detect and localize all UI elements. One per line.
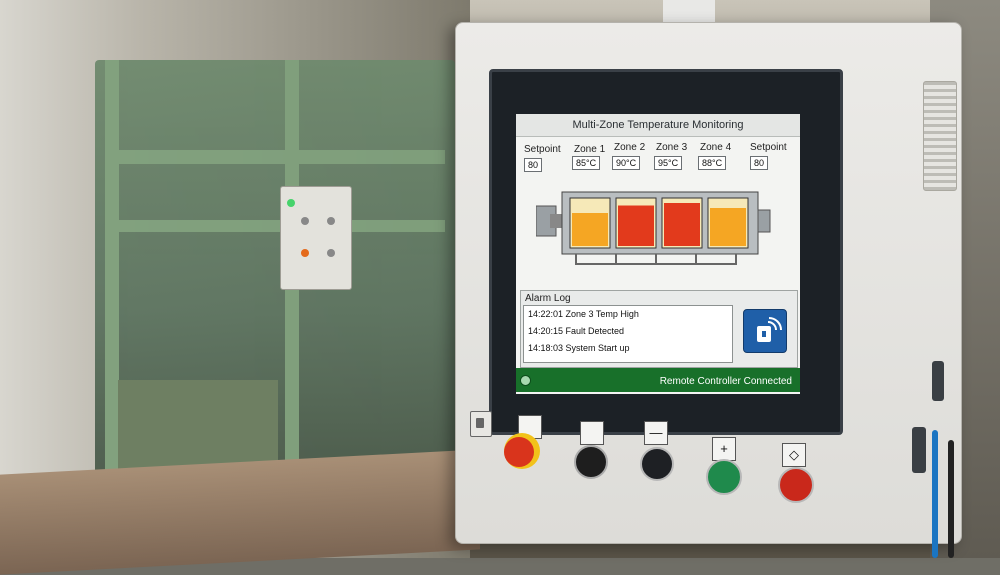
small-control-box — [280, 186, 352, 290]
hmi-title: Multi-Zone Temperature Monitoring — [516, 114, 800, 137]
zone-1-label: Zone 1 — [574, 144, 606, 155]
control-cabinet: Multi-Zone Temperature Monitoring Setpoi… — [455, 22, 962, 544]
outlet-block — [757, 209, 771, 233]
zone-4-value: 88°C — [698, 156, 727, 170]
setpoint-left-value[interactable]: 80 — [524, 158, 543, 172]
setpoint-right-label: Setpoint — [750, 142, 787, 153]
zone-fill-level — [664, 203, 700, 246]
zone-3-label: Zone 3 — [656, 142, 688, 153]
zone-fill-level — [710, 208, 746, 246]
zone-2-value: 90°C — [612, 156, 641, 170]
zone-4-label: Zone 4 — [700, 142, 732, 153]
blue-cable — [932, 430, 938, 558]
hmi-bezel: Multi-Zone Temperature Monitoring Setpoi… — [489, 69, 843, 435]
alarm-entry[interactable]: 14:20:15 Fault Detected — [528, 326, 624, 336]
zone-fill-level — [618, 205, 654, 246]
setpoint-left-label: Setpoint — [524, 144, 561, 155]
setpoint-right-value[interactable]: 80 — [750, 156, 769, 170]
side-toggle-switch[interactable] — [932, 361, 944, 401]
black-cable — [948, 440, 954, 558]
alarm-entry[interactable]: 14:18:03 System Start up — [528, 343, 630, 353]
vent-grille — [923, 81, 957, 191]
furnace-diagram — [536, 191, 771, 265]
status-text: Remote Controller Connected — [659, 376, 792, 387]
alarm-log-list[interactable]: 14:22:01 Zone 3 Temp High 14:20:15 Fault… — [523, 305, 733, 363]
zone-1-value: 85°C — [572, 156, 601, 170]
status-bar: Remote Controller Connected — [516, 368, 800, 392]
zone-3-value: 95°C — [654, 156, 683, 170]
stop-plate: ◇ — [782, 443, 806, 467]
zone-2-label: Zone 2 — [614, 142, 646, 153]
alarm-log-panel: Alarm Log 14:22:01 Zone 3 Temp High 14:2… — [520, 290, 798, 368]
remote-connect-button[interactable] — [743, 309, 787, 353]
plus-plate: + — [712, 437, 736, 461]
alarm-entry[interactable]: 14:22:01 Zone 3 Temp High — [528, 309, 639, 319]
alarm-log-title: Alarm Log — [525, 293, 571, 304]
side-port[interactable] — [912, 427, 926, 473]
selector-plate — [580, 421, 604, 445]
wireless-lock-icon — [757, 317, 782, 342]
pipe-manifold — [575, 254, 737, 265]
mode-switch[interactable] — [470, 411, 492, 437]
hmi-screen[interactable]: Multi-Zone Temperature Monitoring Setpoi… — [516, 114, 800, 394]
connection-icon — [520, 375, 531, 386]
minus-plate: — — [644, 421, 668, 445]
zone-fill-level — [572, 213, 608, 246]
